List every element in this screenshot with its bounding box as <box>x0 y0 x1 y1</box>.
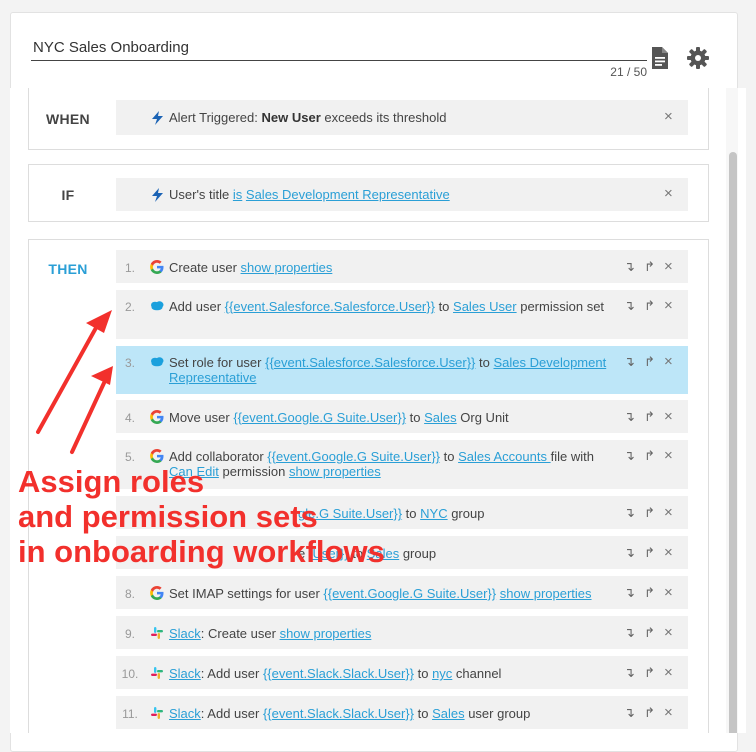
annotation-line-3: in onboarding workflows <box>18 534 385 569</box>
annotation-arrows <box>36 310 113 454</box>
annotation-line-2: and permission sets <box>18 499 318 534</box>
annotation-line-1: Assign roles <box>18 464 205 499</box>
